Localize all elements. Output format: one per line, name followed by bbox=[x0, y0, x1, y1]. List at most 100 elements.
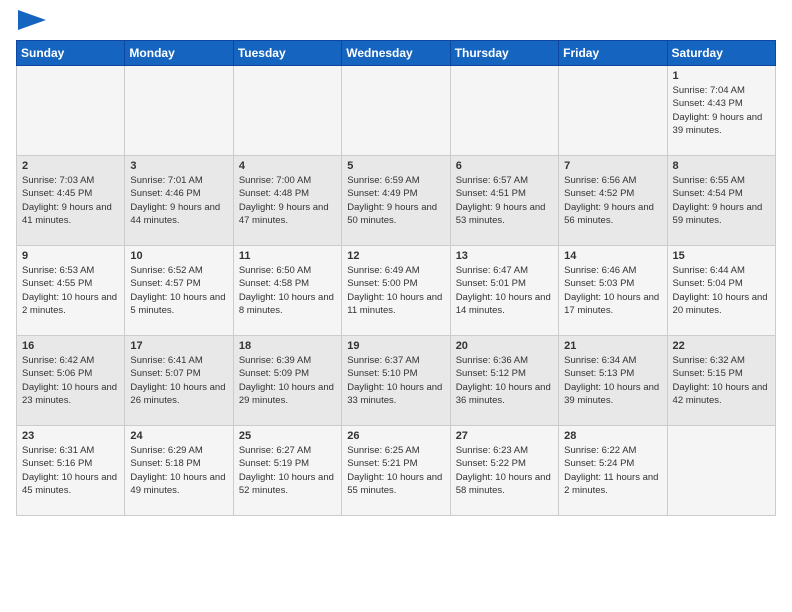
calendar-cell: 12 Sunrise: 6:49 AM Sunset: 5:00 PM Dayli… bbox=[342, 246, 450, 336]
day-info: Sunrise: 6:31 AM Sunset: 5:16 PM Dayligh… bbox=[22, 444, 119, 497]
day-number: 27 bbox=[456, 430, 553, 442]
calendar-cell: 13 Sunrise: 6:47 AM Sunset: 5:01 PM Dayli… bbox=[450, 246, 558, 336]
day-number: 28 bbox=[564, 430, 661, 442]
week-row-2: 2 Sunrise: 7:03 AM Sunset: 4:45 PM Daylig… bbox=[17, 156, 776, 246]
day-number: 14 bbox=[564, 250, 661, 262]
day-info: Sunrise: 6:23 AM Sunset: 5:22 PM Dayligh… bbox=[456, 444, 553, 497]
calendar-cell: 8 Sunrise: 6:55 AM Sunset: 4:54 PM Daylig… bbox=[667, 156, 775, 246]
day-info: Sunrise: 7:00 AM Sunset: 4:48 PM Dayligh… bbox=[239, 174, 336, 227]
day-info: Sunrise: 6:49 AM Sunset: 5:00 PM Dayligh… bbox=[347, 264, 444, 317]
calendar-cell: 15 Sunrise: 6:44 AM Sunset: 5:04 PM Dayli… bbox=[667, 246, 775, 336]
day-info: Sunrise: 6:22 AM Sunset: 5:24 PM Dayligh… bbox=[564, 444, 661, 497]
day-number: 6 bbox=[456, 160, 553, 172]
day-of-week-friday: Friday bbox=[559, 41, 667, 66]
calendar-cell: 11 Sunrise: 6:50 AM Sunset: 4:58 PM Dayli… bbox=[233, 246, 341, 336]
calendar-cell: 26 Sunrise: 6:25 AM Sunset: 5:21 PM Dayli… bbox=[342, 426, 450, 516]
day-of-week-monday: Monday bbox=[125, 41, 233, 66]
day-number: 22 bbox=[673, 340, 770, 352]
day-info: Sunrise: 6:50 AM Sunset: 4:58 PM Dayligh… bbox=[239, 264, 336, 317]
day-info: Sunrise: 6:47 AM Sunset: 5:01 PM Dayligh… bbox=[456, 264, 553, 317]
day-number: 10 bbox=[130, 250, 227, 262]
calendar-cell bbox=[342, 66, 450, 156]
day-number: 18 bbox=[239, 340, 336, 352]
day-info: Sunrise: 6:44 AM Sunset: 5:04 PM Dayligh… bbox=[673, 264, 770, 317]
day-info: Sunrise: 6:25 AM Sunset: 5:21 PM Dayligh… bbox=[347, 444, 444, 497]
calendar-cell bbox=[450, 66, 558, 156]
day-number: 5 bbox=[347, 160, 444, 172]
day-number: 11 bbox=[239, 250, 336, 262]
calendar-cell: 24 Sunrise: 6:29 AM Sunset: 5:18 PM Dayli… bbox=[125, 426, 233, 516]
day-of-week-tuesday: Tuesday bbox=[233, 41, 341, 66]
day-info: Sunrise: 6:56 AM Sunset: 4:52 PM Dayligh… bbox=[564, 174, 661, 227]
day-info: Sunrise: 6:36 AM Sunset: 5:12 PM Dayligh… bbox=[456, 354, 553, 407]
week-row-5: 23 Sunrise: 6:31 AM Sunset: 5:16 PM Dayli… bbox=[17, 426, 776, 516]
day-info: Sunrise: 6:32 AM Sunset: 5:15 PM Dayligh… bbox=[673, 354, 770, 407]
day-number: 17 bbox=[130, 340, 227, 352]
day-number: 20 bbox=[456, 340, 553, 352]
day-info: Sunrise: 6:46 AM Sunset: 5:03 PM Dayligh… bbox=[564, 264, 661, 317]
calendar-cell: 9 Sunrise: 6:53 AM Sunset: 4:55 PM Daylig… bbox=[17, 246, 125, 336]
calendar-table: SundayMondayTuesdayWednesdayThursdayFrid… bbox=[16, 40, 776, 516]
header bbox=[16, 16, 776, 30]
calendar-cell: 20 Sunrise: 6:36 AM Sunset: 5:12 PM Dayli… bbox=[450, 336, 558, 426]
day-info: Sunrise: 6:41 AM Sunset: 5:07 PM Dayligh… bbox=[130, 354, 227, 407]
calendar-cell bbox=[667, 426, 775, 516]
day-info: Sunrise: 6:53 AM Sunset: 4:55 PM Dayligh… bbox=[22, 264, 119, 317]
calendar-cell: 28 Sunrise: 6:22 AM Sunset: 5:24 PM Dayli… bbox=[559, 426, 667, 516]
calendar-cell: 14 Sunrise: 6:46 AM Sunset: 5:03 PM Dayli… bbox=[559, 246, 667, 336]
calendar-cell: 1 Sunrise: 7:04 AM Sunset: 4:43 PM Daylig… bbox=[667, 66, 775, 156]
calendar-cell: 25 Sunrise: 6:27 AM Sunset: 5:19 PM Dayli… bbox=[233, 426, 341, 516]
logo bbox=[16, 16, 46, 30]
day-info: Sunrise: 6:52 AM Sunset: 4:57 PM Dayligh… bbox=[130, 264, 227, 317]
day-number: 1 bbox=[673, 70, 770, 82]
calendar-cell: 23 Sunrise: 6:31 AM Sunset: 5:16 PM Dayli… bbox=[17, 426, 125, 516]
days-of-week-row: SundayMondayTuesdayWednesdayThursdayFrid… bbox=[17, 41, 776, 66]
day-info: Sunrise: 6:57 AM Sunset: 4:51 PM Dayligh… bbox=[456, 174, 553, 227]
day-of-week-saturday: Saturday bbox=[667, 41, 775, 66]
day-info: Sunrise: 6:55 AM Sunset: 4:54 PM Dayligh… bbox=[673, 174, 770, 227]
day-of-week-sunday: Sunday bbox=[17, 41, 125, 66]
day-info: Sunrise: 6:34 AM Sunset: 5:13 PM Dayligh… bbox=[564, 354, 661, 407]
day-number: 24 bbox=[130, 430, 227, 442]
calendar-cell bbox=[233, 66, 341, 156]
day-number: 13 bbox=[456, 250, 553, 262]
day-number: 21 bbox=[564, 340, 661, 352]
week-row-1: 1 Sunrise: 7:04 AM Sunset: 4:43 PM Daylig… bbox=[17, 66, 776, 156]
calendar-cell: 2 Sunrise: 7:03 AM Sunset: 4:45 PM Daylig… bbox=[17, 156, 125, 246]
day-number: 16 bbox=[22, 340, 119, 352]
calendar-body: 1 Sunrise: 7:04 AM Sunset: 4:43 PM Daylig… bbox=[17, 66, 776, 516]
day-info: Sunrise: 7:03 AM Sunset: 4:45 PM Dayligh… bbox=[22, 174, 119, 227]
week-row-3: 9 Sunrise: 6:53 AM Sunset: 4:55 PM Daylig… bbox=[17, 246, 776, 336]
day-number: 3 bbox=[130, 160, 227, 172]
calendar-cell: 10 Sunrise: 6:52 AM Sunset: 4:57 PM Dayli… bbox=[125, 246, 233, 336]
calendar-cell: 3Sunrise: 7:01 AM Sunset: 4:46 PM Daylig… bbox=[125, 156, 233, 246]
calendar-cell: 16 Sunrise: 6:42 AM Sunset: 5:06 PM Dayli… bbox=[17, 336, 125, 426]
calendar-cell bbox=[125, 66, 233, 156]
calendar-cell: 5 Sunrise: 6:59 AM Sunset: 4:49 PM Daylig… bbox=[342, 156, 450, 246]
day-number: 9 bbox=[22, 250, 119, 262]
day-number: 12 bbox=[347, 250, 444, 262]
day-info: Sunrise: 6:42 AM Sunset: 5:06 PM Dayligh… bbox=[22, 354, 119, 407]
calendar-cell: 27 Sunrise: 6:23 AM Sunset: 5:22 PM Dayli… bbox=[450, 426, 558, 516]
day-of-week-wednesday: Wednesday bbox=[342, 41, 450, 66]
day-number: 15 bbox=[673, 250, 770, 262]
day-number: 2 bbox=[22, 160, 119, 172]
day-number: 7 bbox=[564, 160, 661, 172]
day-number: 19 bbox=[347, 340, 444, 352]
day-info: Sunrise: 6:59 AM Sunset: 4:49 PM Dayligh… bbox=[347, 174, 444, 227]
day-of-week-thursday: Thursday bbox=[450, 41, 558, 66]
day-info: Sunrise: 6:27 AM Sunset: 5:19 PM Dayligh… bbox=[239, 444, 336, 497]
calendar-cell: 21 Sunrise: 6:34 AM Sunset: 5:13 PM Dayli… bbox=[559, 336, 667, 426]
calendar-cell: 19Sunrise: 6:37 AM Sunset: 5:10 PM Dayli… bbox=[342, 336, 450, 426]
day-info: Sunrise: 7:04 AM Sunset: 4:43 PM Dayligh… bbox=[673, 84, 770, 137]
day-number: 26 bbox=[347, 430, 444, 442]
day-info: Sunrise: 6:29 AM Sunset: 5:18 PM Dayligh… bbox=[130, 444, 227, 497]
day-number: 8 bbox=[673, 160, 770, 172]
calendar-cell: 7 Sunrise: 6:56 AM Sunset: 4:52 PM Daylig… bbox=[559, 156, 667, 246]
day-number: 25 bbox=[239, 430, 336, 442]
calendar-cell bbox=[17, 66, 125, 156]
day-info: Sunrise: 6:39 AM Sunset: 5:09 PM Dayligh… bbox=[239, 354, 336, 407]
calendar-cell: 22 Sunrise: 6:32 AM Sunset: 5:15 PM Dayli… bbox=[667, 336, 775, 426]
calendar-cell: 6 Sunrise: 6:57 AM Sunset: 4:51 PM Daylig… bbox=[450, 156, 558, 246]
day-number: 23 bbox=[22, 430, 119, 442]
